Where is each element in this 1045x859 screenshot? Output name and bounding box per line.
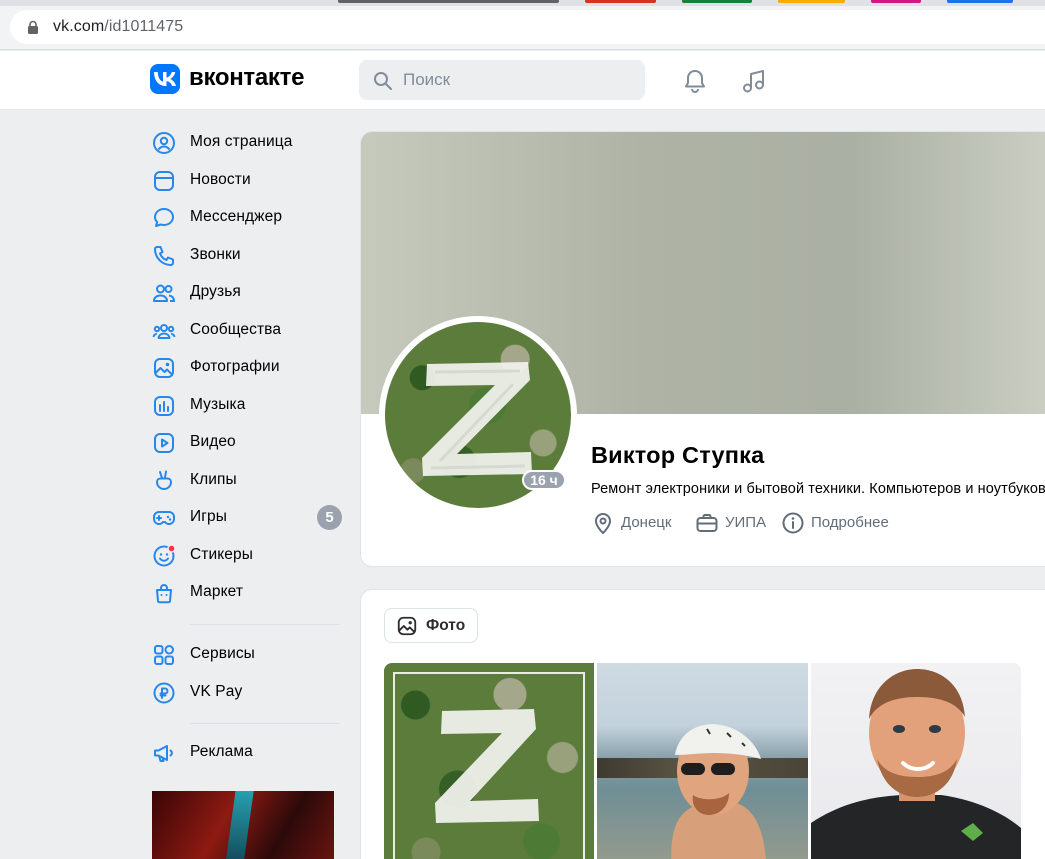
photo-thumbnail[interactable] bbox=[811, 663, 1021, 859]
sidebar-item-communities[interactable]: Сообщества bbox=[148, 312, 344, 348]
sidebar-item-stickers[interactable]: Стикеры bbox=[148, 537, 344, 573]
music-bars-icon bbox=[154, 395, 174, 416]
browser-address-bar: vk.com/id1011475 bbox=[0, 6, 1045, 50]
friends-icon bbox=[153, 284, 176, 302]
video-icon bbox=[154, 433, 174, 453]
vk-logo-icon bbox=[154, 72, 176, 86]
person-beach-photo bbox=[671, 724, 766, 859]
vkpay-icon bbox=[153, 682, 175, 703]
briefcase-icon bbox=[696, 514, 718, 532]
person-portrait-photo bbox=[811, 669, 1021, 859]
browser-tab[interactable] bbox=[778, 0, 845, 3]
browser-tab[interactable] bbox=[947, 0, 1013, 3]
sidebar-item-label: VK Pay bbox=[190, 682, 243, 700]
sidebar-item-label: Видео bbox=[190, 433, 236, 450]
news-icon bbox=[154, 170, 174, 191]
sidebar-item-services[interactable]: Сервисы bbox=[148, 636, 344, 672]
site-header: вконтакте bbox=[0, 51, 1045, 110]
sidebar-item-market[interactable]: Маркет bbox=[148, 574, 344, 610]
market-icon bbox=[156, 584, 172, 604]
url-text[interactable]: vk.com/id1011475 bbox=[53, 18, 183, 36]
megaphone-icon bbox=[154, 745, 173, 762]
sidebar-item-video[interactable]: Видео bbox=[148, 424, 344, 460]
browser-tab[interactable] bbox=[682, 0, 752, 3]
games-counter-badge: 5 bbox=[317, 505, 342, 530]
profile-name: Виктор Ступка bbox=[591, 442, 765, 468]
sidebar-item-news[interactable]: Новости bbox=[148, 162, 344, 198]
notification-dot bbox=[167, 543, 176, 553]
lock-icon[interactable] bbox=[27, 20, 39, 34]
sidebar-item-label: Сервисы bbox=[190, 645, 255, 662]
ad-banner-art bbox=[223, 791, 255, 859]
photo-thumbnail[interactable] bbox=[384, 663, 594, 859]
profile-status: Ремонт электроники и бытовой техники. Ко… bbox=[591, 481, 1045, 497]
url-field[interactable]: vk.com/id1011475 bbox=[10, 10, 1045, 44]
sidebar-item-clips[interactable]: Клипы bbox=[148, 462, 344, 498]
services-icon bbox=[154, 645, 174, 665]
brand-wordmark[interactable]: вконтакте bbox=[189, 64, 304, 92]
profile-work-label: УИПА bbox=[725, 514, 767, 531]
profile-work[interactable]: УИПА bbox=[695, 511, 775, 535]
clips-icon bbox=[156, 470, 172, 490]
sidebar-divider bbox=[190, 624, 340, 625]
tab-photos-label: Фото bbox=[426, 617, 466, 634]
profile-city-label: Донецк bbox=[621, 514, 672, 531]
gamepad-icon bbox=[153, 511, 175, 525]
sidebar-item-label: Стикеры bbox=[190, 545, 253, 563]
profile-details-link[interactable]: Подробнее bbox=[781, 511, 896, 535]
sidebar-item-label: Игры bbox=[190, 508, 227, 525]
sidebar-item-photos[interactable]: Фотографии bbox=[148, 349, 344, 385]
sidebar-item-label: Друзья bbox=[190, 283, 241, 300]
sidebar-item-label: Маркет bbox=[190, 583, 244, 600]
vk-logo[interactable] bbox=[150, 64, 180, 94]
sidebar-item-games[interactable]: Игры 5 bbox=[148, 499, 344, 535]
photo-thumbnail[interactable] bbox=[597, 663, 808, 859]
sticker-icon bbox=[153, 543, 176, 566]
url-host: vk.com bbox=[53, 18, 105, 35]
sidebar-item-label: Мессенджер bbox=[190, 208, 283, 225]
browser-tab-active[interactable] bbox=[338, 0, 559, 3]
sidebar-item-label: Музыка bbox=[190, 395, 246, 413]
sidebar-item-label: Фотографии bbox=[190, 358, 280, 375]
sidebar-item-calls[interactable]: Звонки bbox=[148, 237, 344, 273]
music-icon[interactable] bbox=[740, 67, 768, 95]
sidebar-item-label: Сообщества bbox=[190, 320, 282, 338]
sidebar-item-messenger[interactable]: Мессенджер bbox=[148, 199, 344, 235]
z-letter-mark bbox=[435, 709, 539, 823]
browser-tab[interactable] bbox=[585, 0, 656, 3]
sidebar-item-label: Новости bbox=[190, 170, 251, 188]
info-icon bbox=[782, 512, 804, 534]
user-circle-icon bbox=[153, 132, 175, 154]
sidebar-item-label: Моя страница bbox=[190, 133, 293, 150]
communities-icon bbox=[152, 323, 176, 339]
sidebar-item-label: Реклама bbox=[190, 743, 253, 760]
photo-icon bbox=[154, 358, 174, 378]
sidebar-item-friends[interactable]: Друзья bbox=[148, 274, 344, 310]
bell-icon[interactable] bbox=[681, 67, 709, 95]
photo-icon bbox=[397, 616, 417, 636]
tab-photos[interactable]: Фото bbox=[384, 608, 478, 643]
message-icon bbox=[154, 208, 174, 227]
profile-city[interactable]: Донецк bbox=[592, 511, 684, 535]
location-pin-icon bbox=[595, 513, 611, 534]
sidebar-item-ads[interactable]: Реклама bbox=[148, 734, 344, 770]
sidebar-item-my-page[interactable]: Моя страница bbox=[148, 124, 344, 160]
sidebar-item-label: Клипы bbox=[190, 470, 237, 488]
sidebar-item-label: Звонки bbox=[190, 245, 241, 263]
last-seen-badge: 16 ч bbox=[522, 470, 566, 490]
sidebar-divider bbox=[190, 723, 340, 724]
search-input[interactable] bbox=[403, 60, 633, 100]
profile-details-label: Подробнее bbox=[811, 514, 889, 531]
ad-banner-image[interactable] bbox=[152, 791, 334, 859]
sidebar-item-vkpay[interactable]: VK Pay bbox=[148, 674, 344, 710]
search-icon bbox=[374, 72, 392, 90]
search-box[interactable] bbox=[359, 60, 645, 100]
browser-tab[interactable] bbox=[871, 0, 921, 3]
sidebar-item-music[interactable]: Музыка bbox=[148, 387, 344, 423]
url-path: /id1011475 bbox=[104, 18, 184, 35]
phone-icon bbox=[154, 245, 174, 266]
